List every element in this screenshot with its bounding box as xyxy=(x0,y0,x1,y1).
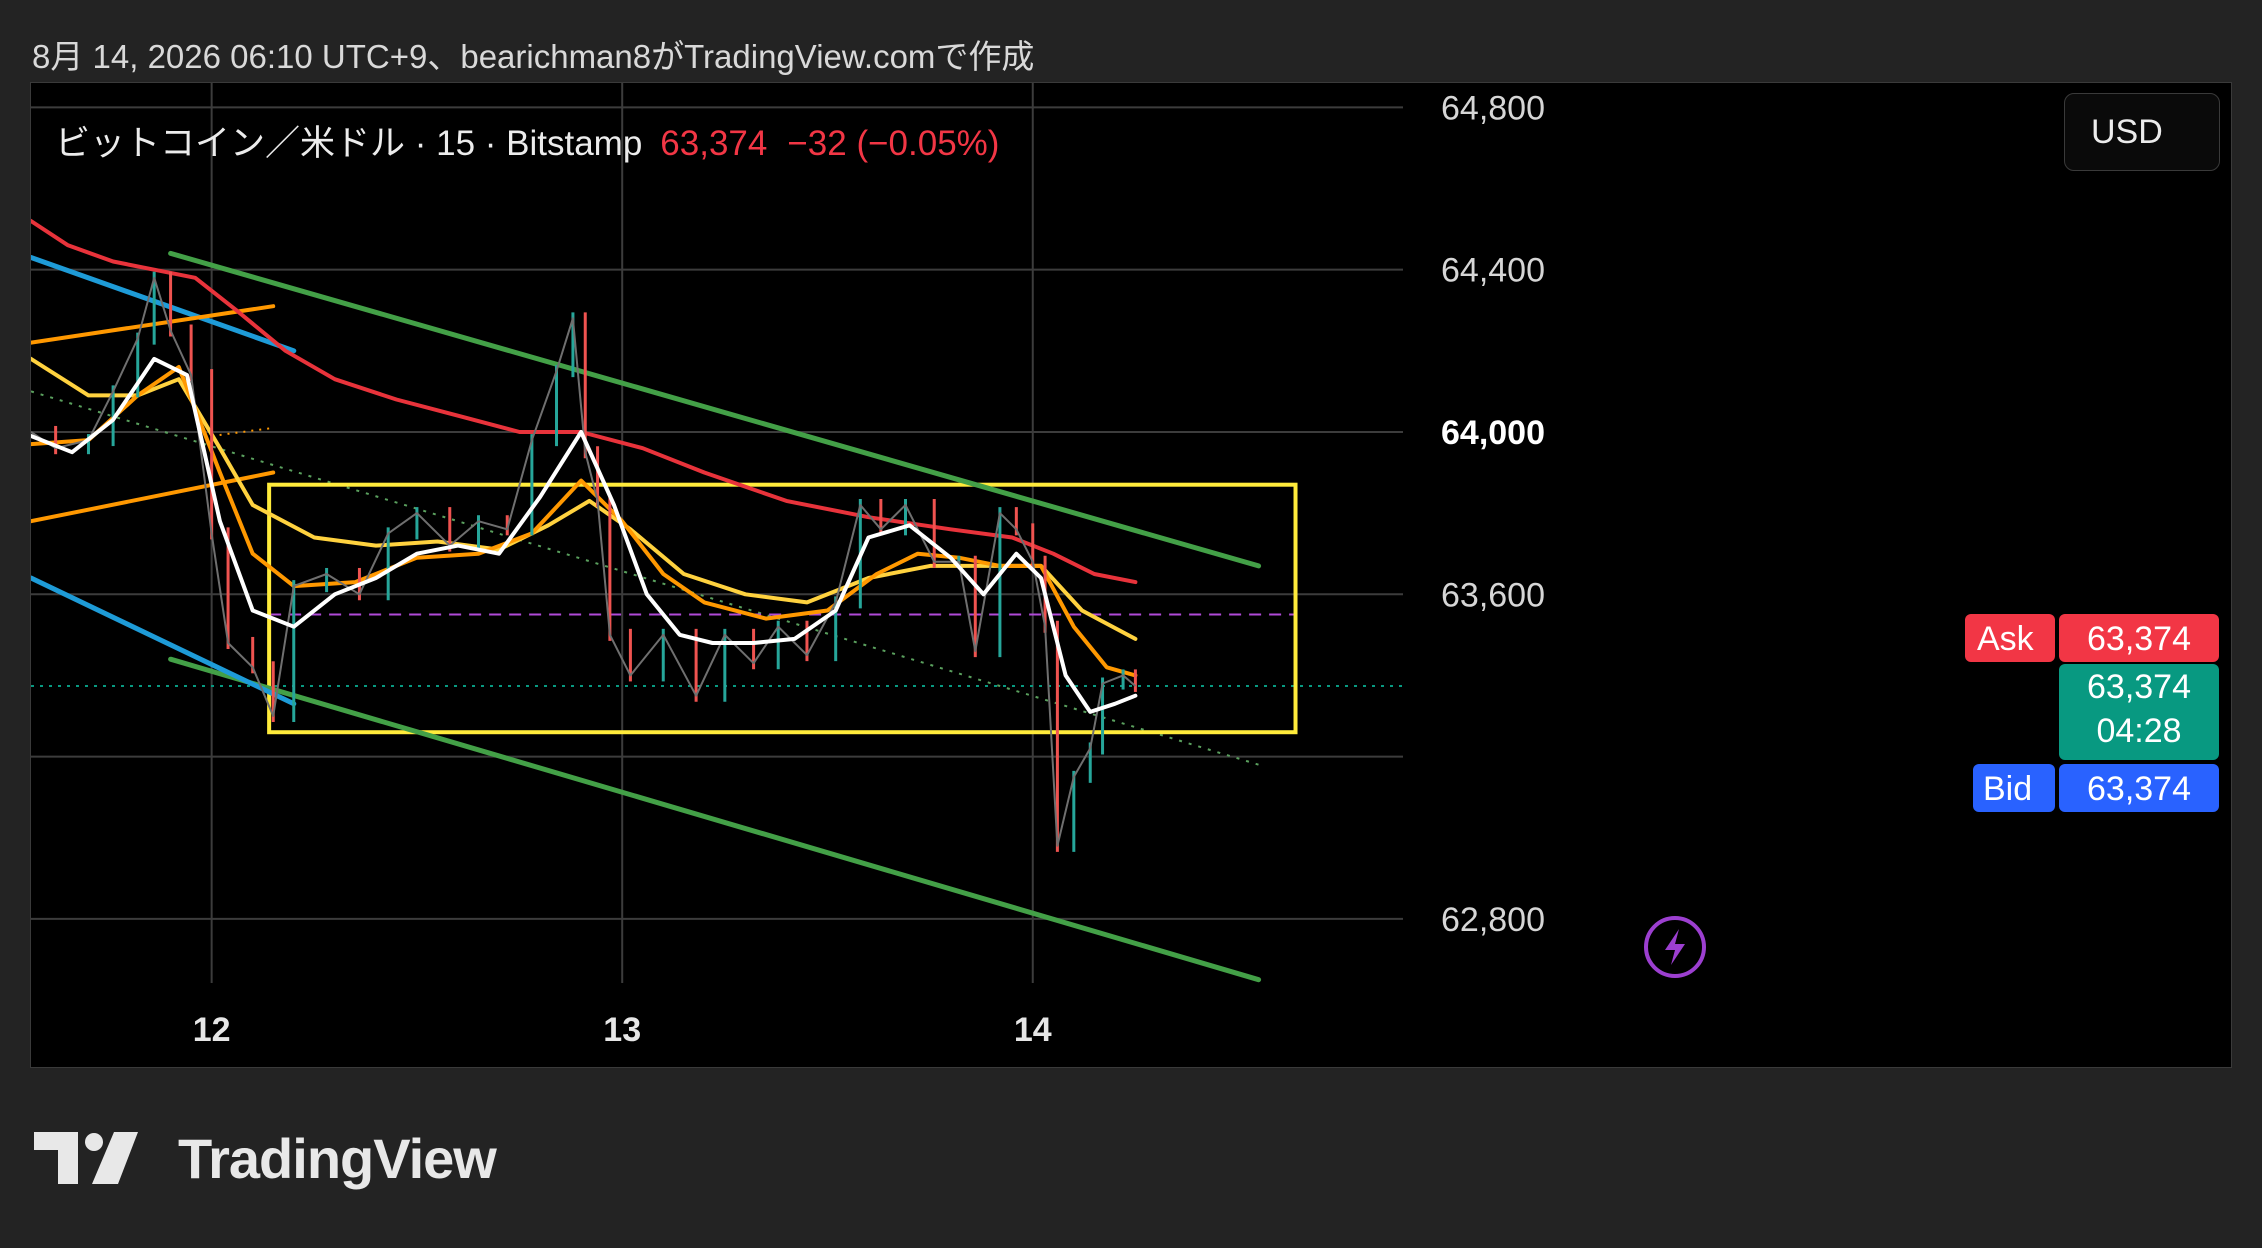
symbol-legend[interactable]: ビットコイン／米ドル · 15 · Bitstamp 63,374 −32 (−0.… xyxy=(55,115,999,166)
y-tick-label: 63,600 xyxy=(1441,576,1545,614)
legend-change: −32 (−0.05%) xyxy=(787,124,1000,163)
ask-label: Ask xyxy=(1977,620,2035,658)
price-chart[interactable]: 62,800 63,600 64,000 64,400 64,800 12 13 14 Ask… xyxy=(31,83,2233,1069)
yellow-line xyxy=(31,356,1138,641)
green-channel-upper-line xyxy=(168,250,1262,569)
last-price: 63,374 xyxy=(2087,668,2191,706)
cyan-lower-line xyxy=(31,575,297,707)
axis-layer: 62,800 63,600 64,000 64,400 64,800 12 13 14 xyxy=(193,89,1545,1049)
bar-countdown: 04:28 xyxy=(2096,712,2181,750)
tradingview-mark-icon xyxy=(34,1132,138,1184)
y-tick-label: 64,000 xyxy=(1441,414,1545,452)
range-box xyxy=(267,482,1298,735)
bid-label: Bid xyxy=(1983,770,2032,808)
y-tick-label: 64,800 xyxy=(1441,89,1545,127)
logo-text: TradingView xyxy=(178,1126,497,1190)
chart-panel[interactable]: 62,800 63,600 64,000 64,400 64,800 12 13 14 Ask… xyxy=(30,82,2232,1068)
symbol-name: ビットコイン／米ドル · 15 · Bitstamp xyxy=(55,124,643,163)
overlay-layer xyxy=(31,390,1403,766)
x-tick-label: 12 xyxy=(193,1011,231,1049)
green-channel-lower-line xyxy=(168,656,1262,983)
legend-last-price: 63,374 xyxy=(660,124,768,163)
bid-price: 63,374 xyxy=(2087,770,2191,808)
currency-button[interactable]: USD xyxy=(2064,93,2220,171)
red-line xyxy=(31,219,1138,585)
tradingview-logo[interactable]: TradingView xyxy=(34,1126,497,1190)
x-tick-label: 14 xyxy=(1014,1011,1052,1049)
grid-layer xyxy=(31,83,1403,983)
price-badges: Ask 63,374 63,374 04:28 Bid 63,374 xyxy=(1965,613,2219,812)
lightning-icon[interactable] xyxy=(1644,916,1706,978)
y-tick-label: 62,800 xyxy=(1441,901,1545,939)
ask-price: 63,374 xyxy=(2087,620,2191,658)
series-layer xyxy=(31,219,1262,983)
chart-caption: 8月 14, 2026 06:10 UTC+9、bearichman8がTrad… xyxy=(32,38,1035,75)
x-tick-label: 13 xyxy=(603,1011,641,1049)
y-tick-label: 64,400 xyxy=(1441,252,1545,290)
